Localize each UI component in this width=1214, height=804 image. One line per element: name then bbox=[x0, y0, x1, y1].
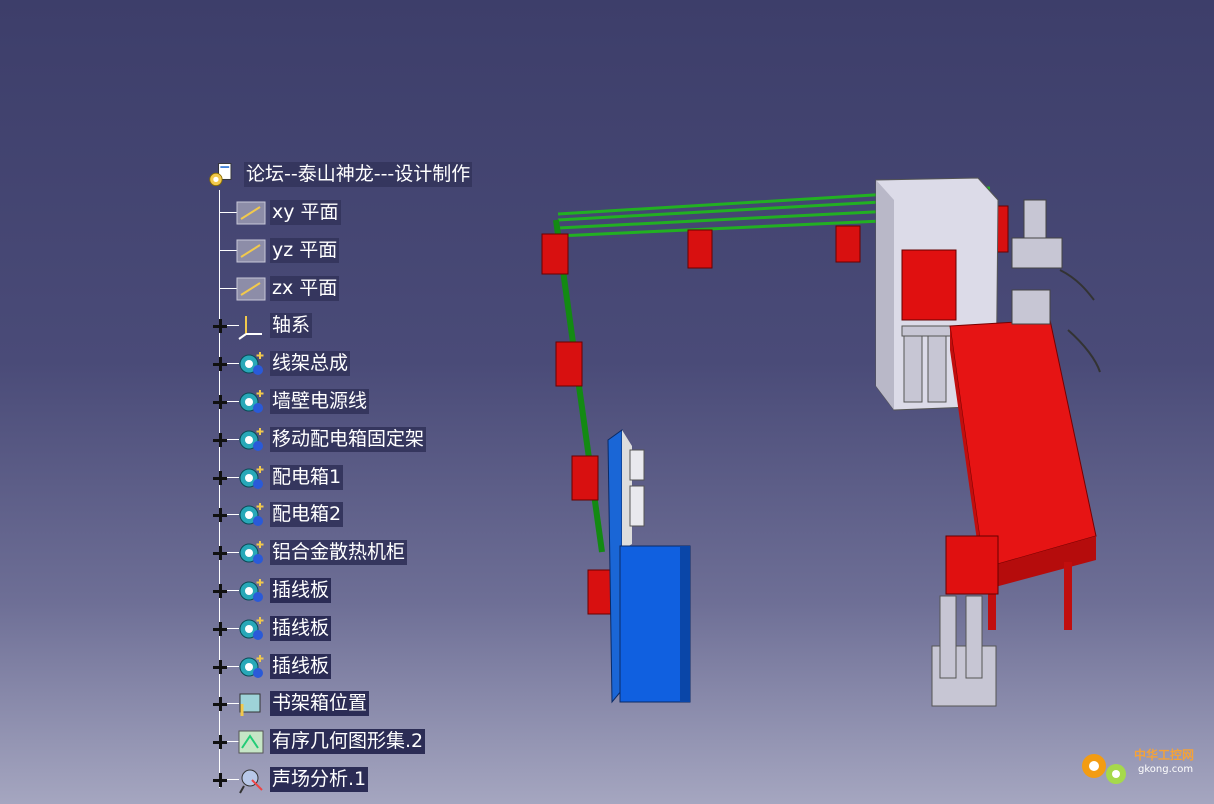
clamp-1 bbox=[541, 233, 569, 275]
part-gear-icon bbox=[239, 390, 264, 413]
tree-node-label: 线架总成 bbox=[270, 351, 351, 377]
expand-plus-icon[interactable] bbox=[213, 621, 227, 636]
tree-node-label: 声场分析.1 bbox=[270, 767, 369, 792]
tree-node-label: 配电箱1 bbox=[270, 464, 344, 490]
tree-node-label: 书架箱位置 bbox=[270, 691, 370, 717]
tree-node-label: 移动配电箱固定架 bbox=[270, 426, 427, 452]
part-gear-icon bbox=[239, 541, 264, 565]
watermark-sub: gkong.com bbox=[1138, 764, 1194, 775]
product-root-icon bbox=[209, 163, 232, 187]
expand-plus-icon[interactable] bbox=[213, 659, 227, 674]
distribution-box-blue bbox=[607, 429, 691, 704]
expand-plus-icon[interactable] bbox=[213, 697, 227, 712]
plane-icon bbox=[236, 277, 266, 301]
clamp-4 bbox=[555, 341, 583, 387]
red-table bbox=[931, 319, 1097, 707]
tree-node-label: zx 平面 bbox=[270, 275, 340, 301]
tree-node-label: 插线板 bbox=[270, 653, 332, 679]
expand-plus-icon[interactable] bbox=[213, 319, 227, 334]
specification-tree: 论坛--泰山神龙---设计制作 xy 平面 yz 平面 zx 平面轴系线架总成墙壁电… bbox=[0, 0, 520, 804]
geometric-set-icon bbox=[238, 730, 264, 754]
plane-icon bbox=[236, 201, 266, 225]
expand-plus-icon[interactable] bbox=[213, 357, 227, 372]
plane-icon bbox=[236, 239, 266, 263]
3d-viewport[interactable] bbox=[520, 150, 1214, 730]
clamp-2 bbox=[687, 229, 713, 269]
watermark-text: 中华工控网 bbox=[1134, 748, 1195, 762]
tree-node-label: 墙壁电源线 bbox=[270, 389, 370, 414]
part-gear-icon bbox=[239, 654, 264, 678]
tree-node-label: xy 平面 bbox=[270, 200, 341, 225]
expand-plus-icon[interactable] bbox=[213, 546, 227, 561]
assembly-gear-icon bbox=[239, 352, 264, 376]
part-gear-icon bbox=[239, 616, 264, 640]
analysis-icon bbox=[239, 769, 263, 794]
part-gear-icon bbox=[239, 465, 264, 489]
expand-plus-icon[interactable] bbox=[213, 395, 227, 409]
tree-node-label: 铝合金散热机柜 bbox=[270, 540, 408, 566]
tree-node-label: yz 平面 bbox=[270, 237, 340, 263]
part-gear-icon bbox=[239, 503, 264, 527]
clamp-5 bbox=[571, 455, 599, 501]
clamp-3 bbox=[835, 225, 861, 263]
tree-node-label: 配电箱2 bbox=[270, 502, 344, 528]
watermark: 中华工控网 gkong.com bbox=[1076, 740, 1206, 796]
tree-root-label: 论坛--泰山神龙---设计制作 bbox=[244, 162, 473, 187]
tree-node-label: 有序几何图形集.2 bbox=[270, 729, 426, 755]
axis-system-icon bbox=[238, 316, 262, 341]
tree-node-label: 轴系 bbox=[270, 313, 313, 339]
expand-plus-icon[interactable] bbox=[213, 470, 227, 485]
tree-node-label: 插线板 bbox=[270, 578, 332, 603]
tree-node-label: 插线板 bbox=[270, 615, 332, 641]
gear-logo-icon bbox=[1082, 754, 1126, 784]
expand-plus-icon[interactable] bbox=[213, 432, 227, 447]
expand-plus-icon[interactable] bbox=[213, 773, 227, 787]
expand-plus-icon[interactable] bbox=[213, 735, 227, 750]
position-icon bbox=[239, 693, 261, 717]
expand-plus-icon[interactable] bbox=[213, 508, 227, 523]
part-gear-icon bbox=[239, 579, 264, 602]
expand-plus-icon[interactable] bbox=[213, 584, 227, 598]
part-gear-icon bbox=[239, 427, 264, 451]
